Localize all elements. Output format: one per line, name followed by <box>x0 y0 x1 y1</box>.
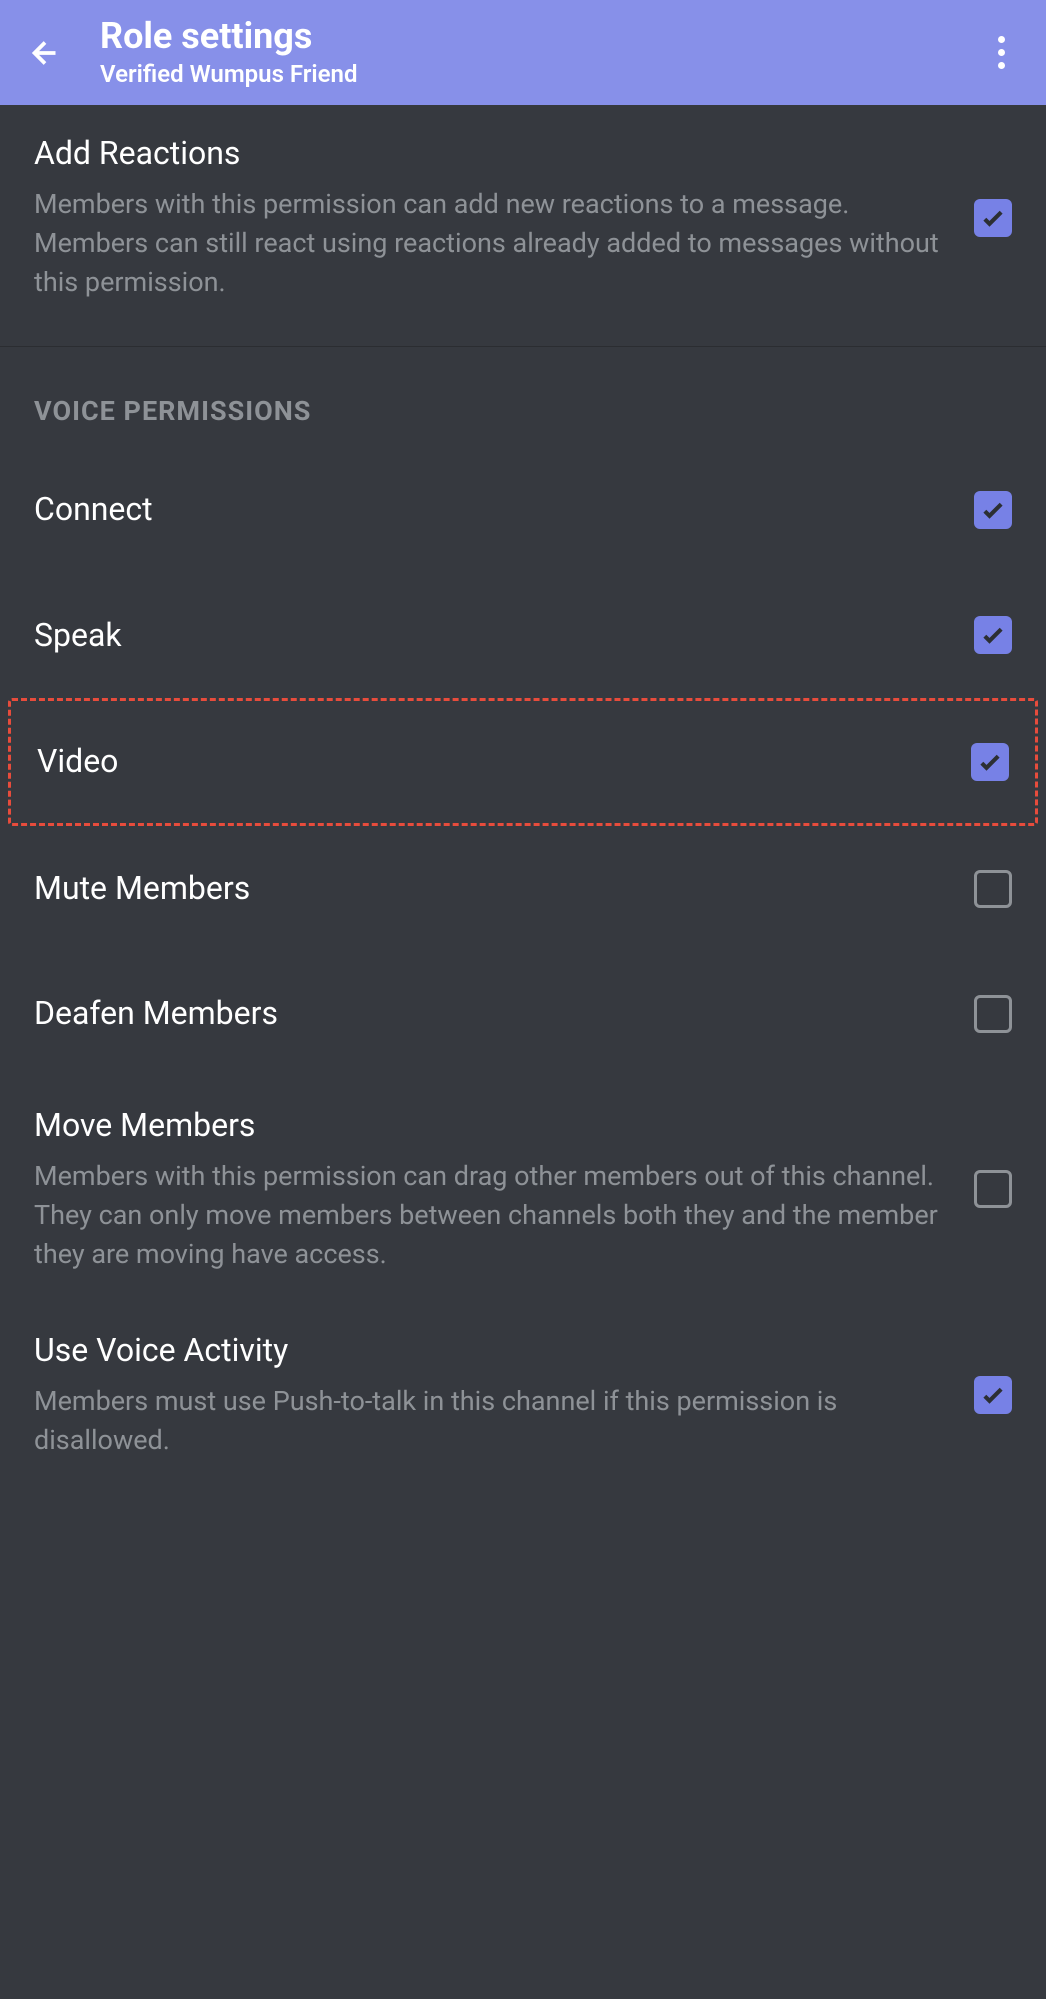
permission-text: Speak <box>34 615 974 657</box>
permission-text: Use Voice Activity Members must use Push… <box>34 1330 974 1460</box>
highlight-annotation: Video <box>8 698 1038 826</box>
checkbox-mute-members[interactable] <box>974 870 1012 908</box>
check-icon <box>979 1381 1007 1409</box>
check-icon <box>979 621 1007 649</box>
checkbox-connect[interactable] <box>974 491 1012 529</box>
permission-description: Members with this permission can add new… <box>34 185 944 302</box>
permission-text: Add Reactions Members with this permissi… <box>34 133 974 302</box>
section-header-voice: VOICE PERMISSIONS <box>0 347 1046 447</box>
arrow-left-icon <box>27 35 63 71</box>
permission-title: Connect <box>34 489 944 531</box>
permission-text: Mute Members <box>34 868 974 910</box>
permission-use-voice-activity[interactable]: Use Voice Activity Members must use Push… <box>0 1302 1046 1488</box>
permission-description: Members must use Push-to-talk in this ch… <box>34 1382 944 1460</box>
permission-title: Add Reactions <box>34 133 944 175</box>
permission-move-members[interactable]: Move Members Members with this permissio… <box>0 1077 1046 1302</box>
permission-add-reactions[interactable]: Add Reactions Members with this permissi… <box>0 105 1046 330</box>
app-header: Role settings Verified Wumpus Friend <box>0 0 1046 105</box>
more-options-button[interactable] <box>976 28 1026 78</box>
permission-title: Move Members <box>34 1105 944 1147</box>
permission-connect[interactable]: Connect <box>0 447 1046 573</box>
permission-text: Connect <box>34 489 974 531</box>
checkbox-speak[interactable] <box>974 616 1012 654</box>
permission-speak[interactable]: Speak <box>0 573 1046 699</box>
checkbox-video[interactable] <box>971 743 1009 781</box>
permission-title: Mute Members <box>34 868 944 910</box>
permission-title: Use Voice Activity <box>34 1330 944 1372</box>
check-icon <box>979 204 1007 232</box>
checkbox-use-voice-activity[interactable] <box>974 1376 1012 1414</box>
checkbox-add-reactions[interactable] <box>974 199 1012 237</box>
permission-description: Members with this permission can drag ot… <box>34 1157 944 1274</box>
check-icon <box>976 748 1004 776</box>
checkbox-move-members[interactable] <box>974 1170 1012 1208</box>
permissions-content: Add Reactions Members with this permissi… <box>0 105 1046 1488</box>
back-button[interactable] <box>20 28 70 78</box>
permission-text: Video <box>37 741 971 783</box>
permission-mute-members[interactable]: Mute Members <box>0 826 1046 952</box>
permission-text: Deafen Members <box>34 993 974 1035</box>
permission-title: Video <box>37 741 941 783</box>
permission-video[interactable]: Video <box>11 701 1035 823</box>
page-title: Role settings <box>100 17 976 57</box>
header-titles: Role settings Verified Wumpus Friend <box>100 17 976 89</box>
page-subtitle: Verified Wumpus Friend <box>100 60 976 88</box>
more-vertical-icon <box>998 36 1005 69</box>
permission-text: Move Members Members with this permissio… <box>34 1105 974 1274</box>
check-icon <box>979 496 1007 524</box>
permission-title: Speak <box>34 615 944 657</box>
permission-title: Deafen Members <box>34 993 944 1035</box>
permission-deafen-members[interactable]: Deafen Members <box>0 951 1046 1077</box>
checkbox-deafen-members[interactable] <box>974 995 1012 1033</box>
